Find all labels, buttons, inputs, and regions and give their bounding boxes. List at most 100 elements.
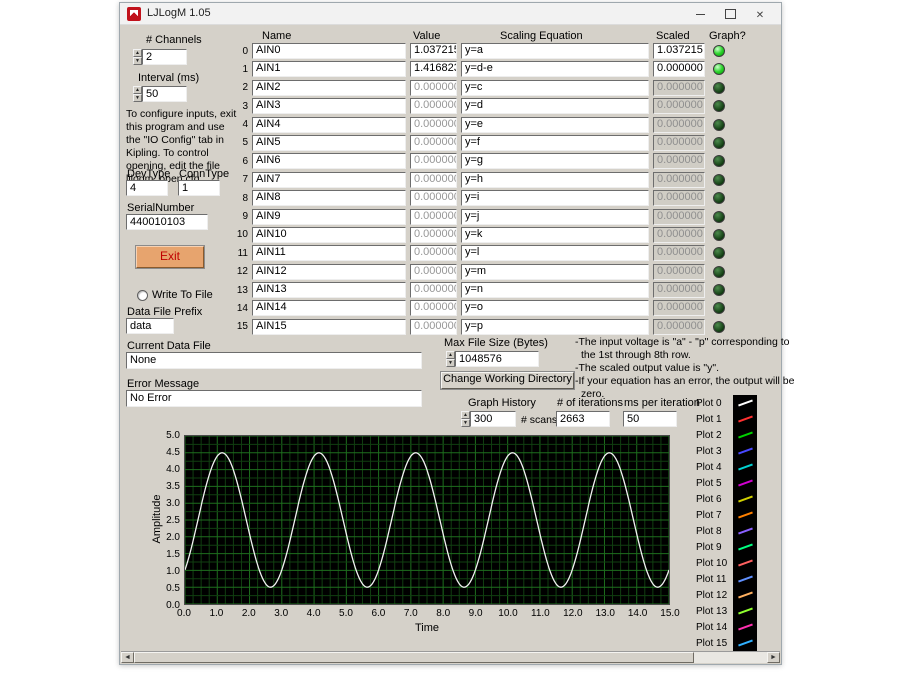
channel-name-field[interactable]: AIN12 [252, 264, 406, 280]
scaling-equation-field[interactable]: y=i [461, 190, 649, 206]
legend-item[interactable]: Plot 5 [696, 475, 757, 491]
legend-line-sample[interactable] [733, 571, 757, 587]
graph-led[interactable] [713, 155, 725, 167]
graph-led[interactable] [713, 82, 725, 94]
legend-item[interactable]: Plot 3 [696, 443, 757, 459]
scaling-equation-field[interactable]: y=o [461, 300, 649, 316]
legend-line-sample[interactable] [733, 411, 757, 427]
max-file-size-input[interactable]: 1048576 [455, 351, 539, 367]
legend-line-sample[interactable] [733, 523, 757, 539]
channel-name-field[interactable]: AIN10 [252, 227, 406, 243]
interval-input[interactable]: 50 [142, 86, 187, 102]
graph-led[interactable] [713, 229, 725, 241]
close-button[interactable] [745, 3, 775, 25]
interval-spinner[interactable] [133, 86, 142, 102]
scaling-equation-field[interactable]: y=g [461, 153, 649, 169]
exit-button[interactable]: Exit [136, 246, 204, 268]
channel-name-field[interactable]: AIN5 [252, 135, 406, 151]
scaling-equation-field[interactable]: y=f [461, 135, 649, 151]
increment-icon[interactable] [446, 351, 455, 359]
graph-history-spinner[interactable] [461, 411, 470, 427]
decrement-icon[interactable] [446, 359, 455, 367]
channel-name-field[interactable]: AIN0 [252, 43, 406, 59]
conntype-input[interactable]: 1 [178, 180, 220, 196]
legend-item[interactable]: Plot 13 [696, 603, 757, 619]
increment-icon[interactable] [133, 86, 142, 94]
channels-input[interactable]: 2 [142, 49, 187, 65]
scroll-left-icon[interactable] [121, 652, 134, 663]
channel-name-field[interactable]: AIN13 [252, 282, 406, 298]
graph-led[interactable] [713, 266, 725, 278]
legend-line-sample[interactable] [733, 539, 757, 555]
scaling-equation-field[interactable]: y=d [461, 98, 649, 114]
graph-led[interactable] [713, 284, 725, 296]
legend-line-sample[interactable] [733, 427, 757, 443]
legend-item[interactable]: Plot 9 [696, 539, 757, 555]
graph-led[interactable] [713, 211, 725, 223]
channel-name-field[interactable]: AIN7 [252, 172, 406, 188]
graph-history-input[interactable]: 300 [470, 411, 516, 427]
legend-line-sample[interactable] [733, 635, 757, 651]
data-file-prefix-input[interactable]: data [126, 318, 174, 334]
channel-name-field[interactable]: AIN8 [252, 190, 406, 206]
graph-led[interactable] [713, 137, 725, 149]
legend-line-sample[interactable] [733, 555, 757, 571]
legend-item[interactable]: Plot 11 [696, 571, 757, 587]
legend-item[interactable]: Plot 12 [696, 587, 757, 603]
scaling-equation-field[interactable]: y=h [461, 172, 649, 188]
scaling-equation-field[interactable]: y=p [461, 319, 649, 335]
minimize-button[interactable] [685, 3, 715, 25]
scaling-equation-field[interactable]: y=d-e [461, 61, 649, 77]
legend-line-sample[interactable] [733, 603, 757, 619]
scrollbar-thumb[interactable] [134, 652, 694, 663]
waveform-svg[interactable] [184, 435, 670, 605]
increment-icon[interactable] [461, 411, 470, 419]
channel-name-field[interactable]: AIN9 [252, 209, 406, 225]
legend-item[interactable]: Plot 0 [696, 395, 757, 411]
scaling-equation-field[interactable]: y=k [461, 227, 649, 243]
legend-item[interactable]: Plot 8 [696, 523, 757, 539]
channel-name-field[interactable]: AIN3 [252, 98, 406, 114]
channel-name-field[interactable]: AIN14 [252, 300, 406, 316]
channels-spinner[interactable] [133, 49, 142, 65]
channel-name-field[interactable]: AIN11 [252, 245, 406, 261]
graph-led[interactable] [713, 119, 725, 131]
legend-item[interactable]: Plot 15 [696, 635, 757, 651]
titlebar[interactable]: LJLogM 1.05 [120, 3, 781, 25]
decrement-icon[interactable] [133, 57, 142, 65]
scaling-equation-field[interactable]: y=j [461, 209, 649, 225]
legend-line-sample[interactable] [733, 443, 757, 459]
legend-line-sample[interactable] [733, 491, 757, 507]
channel-name-field[interactable]: AIN6 [252, 153, 406, 169]
decrement-icon[interactable] [133, 94, 142, 102]
legend-line-sample[interactable] [733, 507, 757, 523]
legend-line-sample[interactable] [733, 619, 757, 635]
channel-name-field[interactable]: AIN2 [252, 80, 406, 96]
graph-led[interactable] [713, 174, 725, 186]
graph-led[interactable] [713, 321, 725, 333]
legend-item[interactable]: Plot 4 [696, 459, 757, 475]
scaling-equation-field[interactable]: y=a [461, 43, 649, 59]
increment-icon[interactable] [133, 49, 142, 57]
graph-led[interactable] [713, 63, 725, 75]
max-file-size-spinner[interactable] [446, 351, 455, 367]
graph-led[interactable] [713, 100, 725, 112]
scroll-right-icon[interactable] [767, 652, 780, 663]
devtype-input[interactable]: 4 [126, 180, 168, 196]
graph-led[interactable] [713, 192, 725, 204]
scaling-equation-field[interactable]: y=l [461, 245, 649, 261]
legend-item[interactable]: Plot 7 [696, 507, 757, 523]
change-working-directory-button[interactable]: Change Working Directory [441, 372, 574, 389]
scaling-equation-field[interactable]: y=m [461, 264, 649, 280]
legend-line-sample[interactable] [733, 587, 757, 603]
legend-line-sample[interactable] [733, 475, 757, 491]
legend-item[interactable]: Plot 6 [696, 491, 757, 507]
write-to-file-radio[interactable] [137, 290, 148, 301]
legend-line-sample[interactable] [733, 395, 757, 411]
scrollbar-track[interactable] [694, 652, 767, 663]
scaling-equation-field[interactable]: y=c [461, 80, 649, 96]
graph-led[interactable] [713, 247, 725, 259]
channel-name-field[interactable]: AIN1 [252, 61, 406, 77]
legend-item[interactable]: Plot 1 [696, 411, 757, 427]
graph-led[interactable] [713, 45, 725, 57]
